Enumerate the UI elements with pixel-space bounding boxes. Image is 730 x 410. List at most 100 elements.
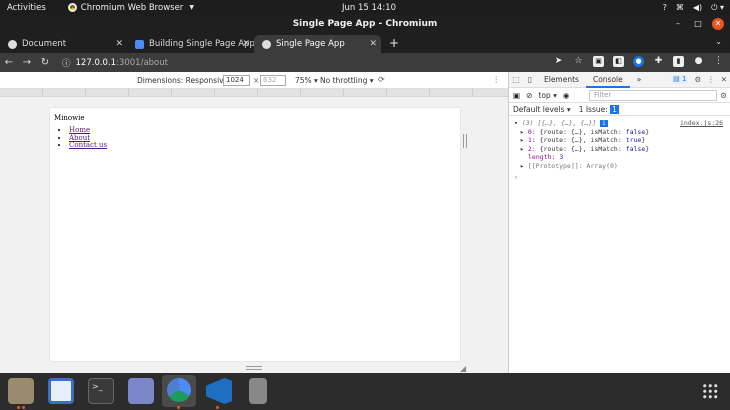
url-path: :3001/about bbox=[116, 57, 168, 68]
trash-icon[interactable] bbox=[249, 378, 267, 404]
rotate-icon[interactable]: ⟳ bbox=[378, 75, 385, 84]
zoom-dropdown[interactable]: 75% ▾ bbox=[295, 76, 318, 85]
throttling-dropdown[interactable]: No throttling ▾ bbox=[320, 76, 374, 85]
back-icon[interactable]: ← bbox=[0, 57, 18, 68]
profile-icon[interactable]: ● bbox=[693, 56, 704, 67]
array-summary: (3) [{…}, {…}, {…}] bbox=[521, 119, 597, 127]
sidebar-icon[interactable]: ▮ bbox=[673, 56, 684, 67]
console-levels-bar: Default levels ▾ 1 Issue: 1 bbox=[509, 103, 730, 116]
vscode-icon[interactable] bbox=[206, 378, 232, 404]
height-input[interactable]: 632 bbox=[260, 75, 286, 86]
console-settings-icon[interactable]: ⚙ bbox=[720, 91, 727, 100]
tasks-icon[interactable] bbox=[128, 378, 154, 404]
devtools-tabbar: ⬚ ▯ Elements Console » ▤ 1 ⚙ ⋮ ✕ bbox=[509, 72, 730, 88]
width-input[interactable]: 1024 bbox=[223, 75, 250, 86]
info-icon[interactable]: ⓘ bbox=[62, 57, 71, 69]
close-icon[interactable]: ✕ bbox=[712, 18, 724, 30]
item-value: false bbox=[625, 127, 646, 136]
tab-search-icon[interactable]: ⌄ bbox=[715, 37, 722, 46]
resize-corner-icon[interactable]: ◢ bbox=[460, 364, 466, 373]
times-sign: × bbox=[253, 76, 260, 85]
tab-single-page-app[interactable]: Single Page App ✕ bbox=[254, 35, 381, 53]
help-icon[interactable]: ? bbox=[663, 3, 667, 13]
terminal-icon[interactable]: >_ bbox=[88, 378, 114, 404]
extension-icon[interactable]: ▣ bbox=[593, 56, 604, 67]
chromium-icon[interactable] bbox=[167, 378, 191, 402]
source-link[interactable]: index.js:26 bbox=[680, 119, 723, 128]
address-bar[interactable]: ⓘ 127.0.0.1:3001/about bbox=[62, 55, 562, 70]
network-icon[interactable]: ⌘ bbox=[676, 3, 684, 13]
kebab-menu-icon[interactable]: ⋮ bbox=[713, 56, 724, 67]
length-key: length: bbox=[528, 153, 556, 161]
new-tab-icon[interactable]: + bbox=[389, 36, 399, 50]
tab-label: Building Single Page App bbox=[149, 39, 254, 49]
show-applications-icon[interactable] bbox=[702, 383, 718, 399]
filter-input[interactable]: Filter bbox=[589, 89, 717, 101]
close-tab-icon[interactable]: ✕ bbox=[242, 39, 250, 49]
puzzle-icon[interactable]: ✚ bbox=[653, 56, 664, 67]
reload-icon[interactable]: ↻ bbox=[36, 57, 54, 68]
window-title-bar: Single Page App - Chromium – □ ✕ bbox=[0, 15, 730, 33]
window-title: Single Page App - Chromium bbox=[292, 19, 438, 29]
document-icon bbox=[135, 39, 144, 49]
activities-button[interactable]: Activities bbox=[7, 3, 46, 13]
close-icon[interactable]: ✕ bbox=[721, 75, 727, 84]
device-toggle-icon[interactable]: ▯ bbox=[523, 75, 537, 84]
console-array-item[interactable]: ▸ 2: {route: {…}, isMatch: false} bbox=[514, 145, 725, 154]
dimensions-label: Dimensions: Responsive bbox=[137, 76, 229, 85]
forward-icon[interactable]: → bbox=[18, 57, 36, 68]
close-tab-icon[interactable]: ✕ bbox=[115, 39, 123, 49]
list-item: Contact us bbox=[69, 141, 107, 150]
console-array-item[interactable]: ▸ 0: {route: {…}, isMatch: false} bbox=[514, 128, 725, 137]
media-query-ruler[interactable] bbox=[0, 89, 508, 97]
tab-strip: Document ✕ Building Single Page App ✕ Si… bbox=[0, 33, 730, 53]
text-editor-icon[interactable] bbox=[48, 378, 74, 404]
tab-label: Single Page App bbox=[276, 39, 345, 49]
tab-document[interactable]: Document ✕ bbox=[0, 35, 127, 53]
clock[interactable]: Jun 15 14:10 bbox=[342, 3, 396, 13]
kebab-menu-icon[interactable]: ⋮ bbox=[493, 75, 501, 84]
context-dropdown[interactable]: top ▾ bbox=[538, 91, 556, 100]
nav-link-contact[interactable]: Contact us bbox=[69, 141, 107, 149]
context-label: top bbox=[538, 90, 551, 100]
minimize-icon[interactable]: – bbox=[672, 18, 684, 30]
bookmark-star-icon[interactable]: ☆ bbox=[573, 56, 584, 67]
extension-icon[interactable]: ● bbox=[633, 56, 644, 67]
tab-console[interactable]: Console bbox=[585, 72, 630, 88]
kebab-menu-icon[interactable]: ⋮ bbox=[707, 75, 715, 84]
settings-gear-icon[interactable]: ⚙ bbox=[694, 75, 701, 84]
system-top-bar: Activities Chromium Web Browser ▼ Jun 15… bbox=[0, 0, 730, 15]
levels-dropdown[interactable]: Default levels ▾ bbox=[513, 105, 571, 114]
send-icon[interactable]: ➤ bbox=[553, 56, 564, 67]
resize-handle-bottom[interactable] bbox=[246, 366, 262, 370]
info-badge: i bbox=[600, 120, 608, 127]
resize-handle-right[interactable] bbox=[463, 134, 467, 148]
item-body: {route: {…}, isMatch: bbox=[539, 144, 626, 153]
close-tab-icon[interactable]: ✕ bbox=[369, 39, 377, 49]
sidebar-toggle-icon[interactable]: ▣ bbox=[513, 91, 520, 100]
extension-icon[interactable]: ◧ bbox=[613, 56, 624, 67]
eye-icon[interactable]: ◉ bbox=[563, 91, 570, 100]
power-icon[interactable]: ⏻ ▾ bbox=[711, 3, 724, 13]
inspect-icon[interactable]: ⬚ bbox=[509, 75, 523, 84]
clear-console-icon[interactable]: ⊘ bbox=[526, 91, 532, 100]
navigation-toolbar: ← → ↻ ⓘ 127.0.0.1:3001/about ➤ ☆ ▣ ◧ ● ✚… bbox=[0, 53, 730, 72]
console-array-item[interactable]: ▸ 1: {route: {…}, isMatch: true} bbox=[514, 136, 725, 145]
throttling-label: No throttling bbox=[320, 76, 368, 85]
issues-counter[interactable]: ▤ 1 bbox=[671, 75, 689, 84]
tab-building-spa[interactable]: Building Single Page App ✕ bbox=[127, 35, 254, 53]
files-icon[interactable] bbox=[8, 378, 34, 404]
tab-elements[interactable]: Elements bbox=[537, 72, 586, 88]
volume-icon[interactable]: ◀) bbox=[693, 3, 702, 13]
maximize-icon[interactable]: □ bbox=[692, 18, 704, 30]
more-tabs-icon[interactable]: » bbox=[630, 72, 649, 88]
app-menu[interactable]: Chromium Web Browser ▼ bbox=[67, 3, 194, 13]
console-prompt[interactable]: › bbox=[514, 173, 725, 181]
console-prototype-line[interactable]: ▸ [[Prototype]]: Array(0) bbox=[514, 162, 725, 171]
issues-button[interactable]: 1 Issue: 1 bbox=[579, 104, 619, 114]
system-tray[interactable]: ? ⌘ ◀) ⏻ ▾ bbox=[663, 3, 724, 13]
console-length-line: length: 3 bbox=[514, 153, 725, 162]
dimensions-dropdown[interactable]: Dimensions: Responsive ▾ bbox=[137, 76, 234, 85]
zoom-label: 75% bbox=[295, 76, 312, 85]
console-log-entry[interactable]: ▾ (3) [{…}, {…}, {…}] i index.js:26 bbox=[514, 119, 725, 128]
